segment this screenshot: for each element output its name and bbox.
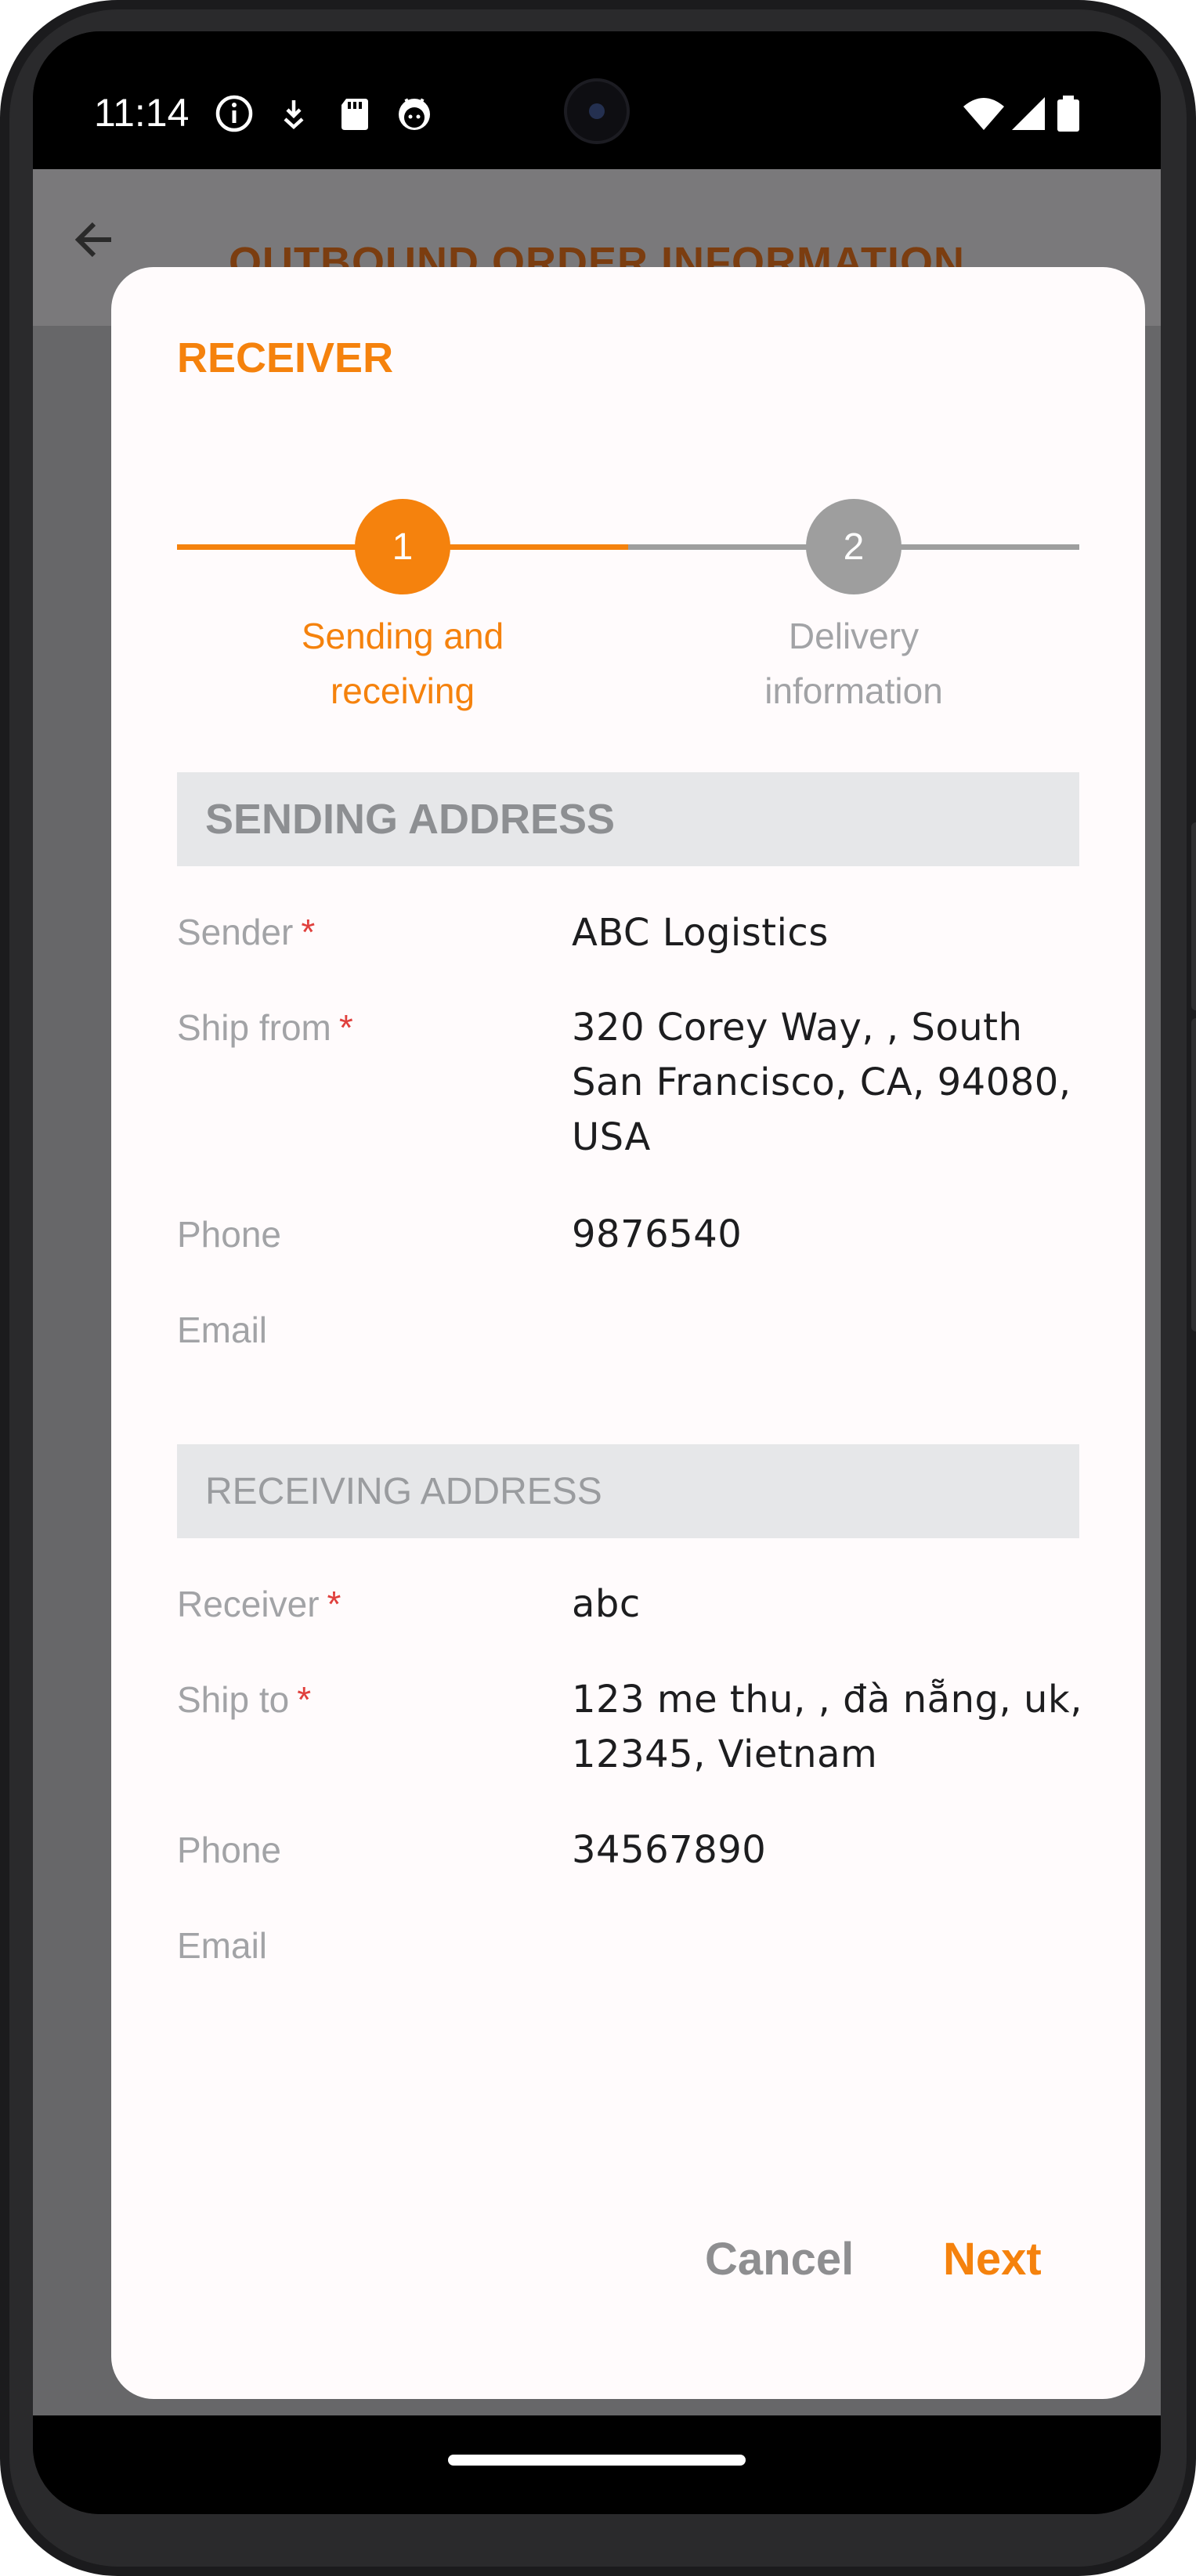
step-1-label: Sending and receiving: [222, 609, 583, 718]
step-1-circle[interactable]: 1: [355, 499, 450, 594]
step-2-label: Delivery information: [674, 609, 1034, 718]
step-1-number: 1: [392, 526, 414, 568]
step-1-label-line1: Sending and: [301, 616, 504, 656]
ship-to-value: 123 me thu, , đà nẵng, uk, 12345, Vietna…: [572, 1672, 1089, 1782]
navigation-bar: [33, 2415, 1161, 2514]
step-2-label-line2: information: [764, 670, 943, 711]
battery-icon: [1057, 96, 1079, 132]
ship-to-line2: 12345, Vietnam: [572, 1732, 878, 1776]
ship-to-label: Ship to *: [177, 1679, 312, 1720]
sender-value: ABC Logistics: [572, 911, 829, 955]
ship-from-value: 320 Corey Way, , South San Francisco, CA…: [572, 1000, 1089, 1165]
sender-phone-value: 9876540: [572, 1212, 743, 1256]
power-button: [1191, 1018, 1196, 1331]
status-bar: 11:14: [33, 31, 1161, 169]
step-2-circle[interactable]: 2: [806, 499, 902, 594]
home-gesture-handle[interactable]: [448, 2455, 746, 2466]
step-2-number: 2: [843, 526, 865, 568]
volume-button: [1191, 822, 1196, 1010]
info-icon: [215, 95, 253, 132]
ship-from-line2: San Francisco, CA, 94080,: [572, 1060, 1071, 1104]
dialog-title: RECEIVER: [177, 334, 394, 381]
wifi-icon: [963, 98, 1004, 130]
receiver-phone-value: 34567890: [572, 1828, 767, 1872]
receiver-email-label: Email: [177, 1925, 268, 1966]
status-time: 11:14: [94, 91, 190, 135]
step-2-label-line1: Delivery: [788, 616, 920, 656]
sender-label: Sender *: [177, 912, 316, 952]
receiver-dialog: RECEIVER 1 2 Sending and receiving Deliv…: [111, 267, 1145, 2399]
phone-frame: 11:14 OUTBOUND ORDER INFORMATION RECEIVE…: [0, 0, 1196, 2576]
sd-card-icon: [341, 99, 368, 130]
cancel-button[interactable]: Cancel: [705, 2233, 854, 2285]
receiving-address-header[interactable]: RECEIVING ADDRESS: [177, 1444, 1079, 1538]
ship-from-line3: USA: [572, 1115, 651, 1159]
step-1-label-line2: receiving: [330, 670, 475, 711]
front-camera: [564, 78, 630, 144]
download-icon: [284, 100, 304, 130]
required-marker: *: [338, 1007, 353, 1048]
sender-email-label: Email: [177, 1310, 268, 1350]
ship-from-line1: 320 Corey Way, , South: [572, 1006, 1023, 1050]
receiver-value: abc: [572, 1582, 641, 1626]
required-marker: *: [327, 1584, 341, 1624]
next-button[interactable]: Next: [943, 2233, 1042, 2285]
required-marker: *: [297, 1679, 312, 1720]
ship-from-label: Ship from *: [177, 1007, 353, 1048]
required-marker: *: [301, 912, 316, 952]
sending-address-header[interactable]: SENDING ADDRESS: [177, 772, 1079, 866]
receiver-phone-label: Phone: [177, 1830, 282, 1870]
stepper: 1 2 Sending and receiving Delivery infor…: [177, 499, 1079, 718]
signal-icon: [1012, 97, 1045, 130]
back-arrow-icon[interactable]: [72, 216, 119, 263]
receiver-label: Receiver *: [177, 1584, 341, 1624]
ship-to-line1: 123 me thu, , đà nẵng, uk,: [572, 1678, 1082, 1722]
android-icon: [399, 98, 430, 130]
device-screen: 11:14 OUTBOUND ORDER INFORMATION RECEIVE…: [33, 31, 1161, 2514]
sender-phone-label: Phone: [177, 1214, 282, 1255]
